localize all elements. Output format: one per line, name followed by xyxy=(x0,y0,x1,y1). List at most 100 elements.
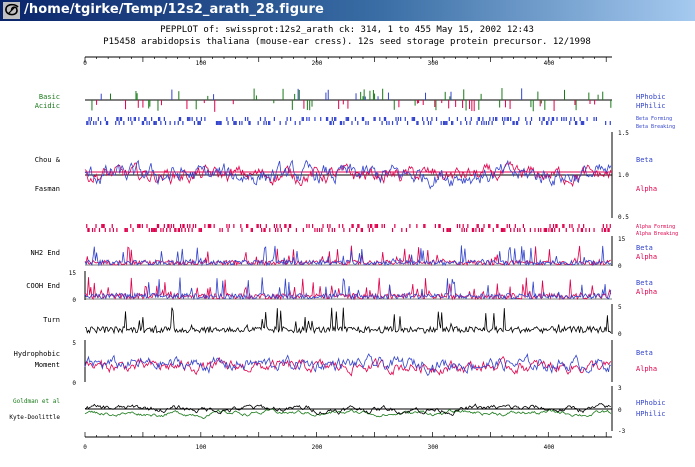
strip-mark xyxy=(152,228,154,232)
strip-mark xyxy=(543,117,545,121)
strip-mark xyxy=(168,224,170,228)
nh2-scale-bottom: 0 xyxy=(618,263,622,270)
strip-mark xyxy=(446,121,448,125)
strip-mark xyxy=(492,228,494,232)
strip-mark xyxy=(544,228,547,232)
strip-mark xyxy=(327,224,329,228)
strip-mark xyxy=(358,224,360,228)
charge-panel: Basic Acidic HPhobic HPhilic xyxy=(35,88,666,112)
chou-alpha-line xyxy=(84,160,612,188)
strip-mark xyxy=(107,121,109,125)
strip-mark xyxy=(104,117,106,121)
strip-mark xyxy=(285,224,287,228)
strip-mark xyxy=(517,228,519,232)
strip-mark xyxy=(570,117,572,121)
strip-mark xyxy=(290,117,292,121)
strip-mark xyxy=(178,117,181,121)
strip-mark xyxy=(179,224,182,228)
strip-mark xyxy=(302,228,304,232)
strip-mark xyxy=(550,121,552,125)
strip-mark xyxy=(405,228,408,232)
strip-mark xyxy=(475,228,477,232)
strip-mark xyxy=(288,224,291,228)
strip-mark xyxy=(488,224,490,228)
strip-mark xyxy=(375,224,377,228)
strip-mark xyxy=(467,224,469,228)
strip-mark xyxy=(515,121,518,125)
strip-mark xyxy=(501,228,504,232)
strip-mark xyxy=(607,228,609,232)
strip-mark xyxy=(144,117,146,121)
strip-mark xyxy=(178,228,181,232)
strip-mark xyxy=(606,224,608,228)
strip-mark xyxy=(346,117,348,121)
strip-mark xyxy=(489,224,491,228)
bottom-tick-label-300: 300 xyxy=(428,444,439,451)
strip-mark xyxy=(537,228,540,232)
strip-mark xyxy=(595,117,597,121)
strip-mark xyxy=(287,228,289,232)
moment-scale-top: 5 xyxy=(72,340,76,347)
strip-mark xyxy=(330,121,332,125)
strip-mark xyxy=(506,117,508,121)
strip-mark xyxy=(249,121,251,125)
strip-mark xyxy=(444,121,446,125)
hphilic-label-top: HPhilic xyxy=(636,102,666,110)
strip-mark xyxy=(518,117,520,121)
strip-mark xyxy=(574,121,577,125)
strip-mark xyxy=(397,117,399,121)
strip-mark xyxy=(329,121,331,125)
strip-mark xyxy=(279,121,281,125)
strip-mark xyxy=(473,228,475,232)
strip-mark xyxy=(513,121,515,125)
title-bar[interactable]: /home/tgirke/Temp/12s2_arath_28.figure xyxy=(0,0,695,21)
strip-mark xyxy=(137,224,139,228)
strip-mark xyxy=(86,224,88,228)
strip-mark xyxy=(308,117,310,121)
strip-mark xyxy=(369,224,372,228)
strip-mark xyxy=(162,228,164,232)
strip-mark xyxy=(227,228,229,232)
strip-mark xyxy=(146,224,148,228)
strip-mark xyxy=(198,121,200,125)
strip-mark xyxy=(569,224,571,228)
alpha-breaking-label: Alpha Breaking xyxy=(636,231,678,237)
strip-mark xyxy=(98,228,101,232)
strip-mark xyxy=(395,117,397,121)
strip-mark xyxy=(331,117,333,121)
strip-mark xyxy=(241,121,243,125)
strip-mark xyxy=(329,224,331,228)
strip-mark xyxy=(383,224,386,228)
strip-mark xyxy=(556,224,558,228)
strip-mark xyxy=(221,228,223,232)
strip-mark xyxy=(195,224,197,228)
strip-mark xyxy=(259,117,262,121)
strip-mark xyxy=(86,121,88,125)
chou-label: Chou & xyxy=(35,156,61,164)
strip-mark xyxy=(268,121,270,125)
strip-mark xyxy=(543,228,545,232)
strip-mark xyxy=(200,117,203,121)
strip-mark xyxy=(169,121,171,125)
strip-mark xyxy=(601,228,603,232)
strip-mark xyxy=(347,117,350,121)
strip-mark xyxy=(151,228,153,232)
strip-mark xyxy=(583,121,585,125)
strip-mark xyxy=(148,121,150,125)
tick-label-0: 0 xyxy=(83,60,87,67)
strip-mark xyxy=(332,121,335,125)
alpha-forming-label: Alpha Forming xyxy=(636,224,675,230)
strip-mark xyxy=(411,117,413,121)
strip-mark xyxy=(316,228,318,232)
strip-mark xyxy=(232,117,234,121)
chou-scale-mid: 1.0 xyxy=(618,172,629,179)
strip-mark xyxy=(269,228,271,232)
strip-mark xyxy=(513,228,515,232)
hydro-hphilic-label: HPhilic xyxy=(636,410,666,418)
strip-mark xyxy=(445,121,447,125)
x11-swirl-icon[interactable] xyxy=(3,2,20,19)
strip-mark xyxy=(142,121,145,125)
strip-mark xyxy=(549,224,551,228)
strip-mark xyxy=(556,117,558,121)
chou-scale-bottom: 0.5 xyxy=(618,214,629,221)
